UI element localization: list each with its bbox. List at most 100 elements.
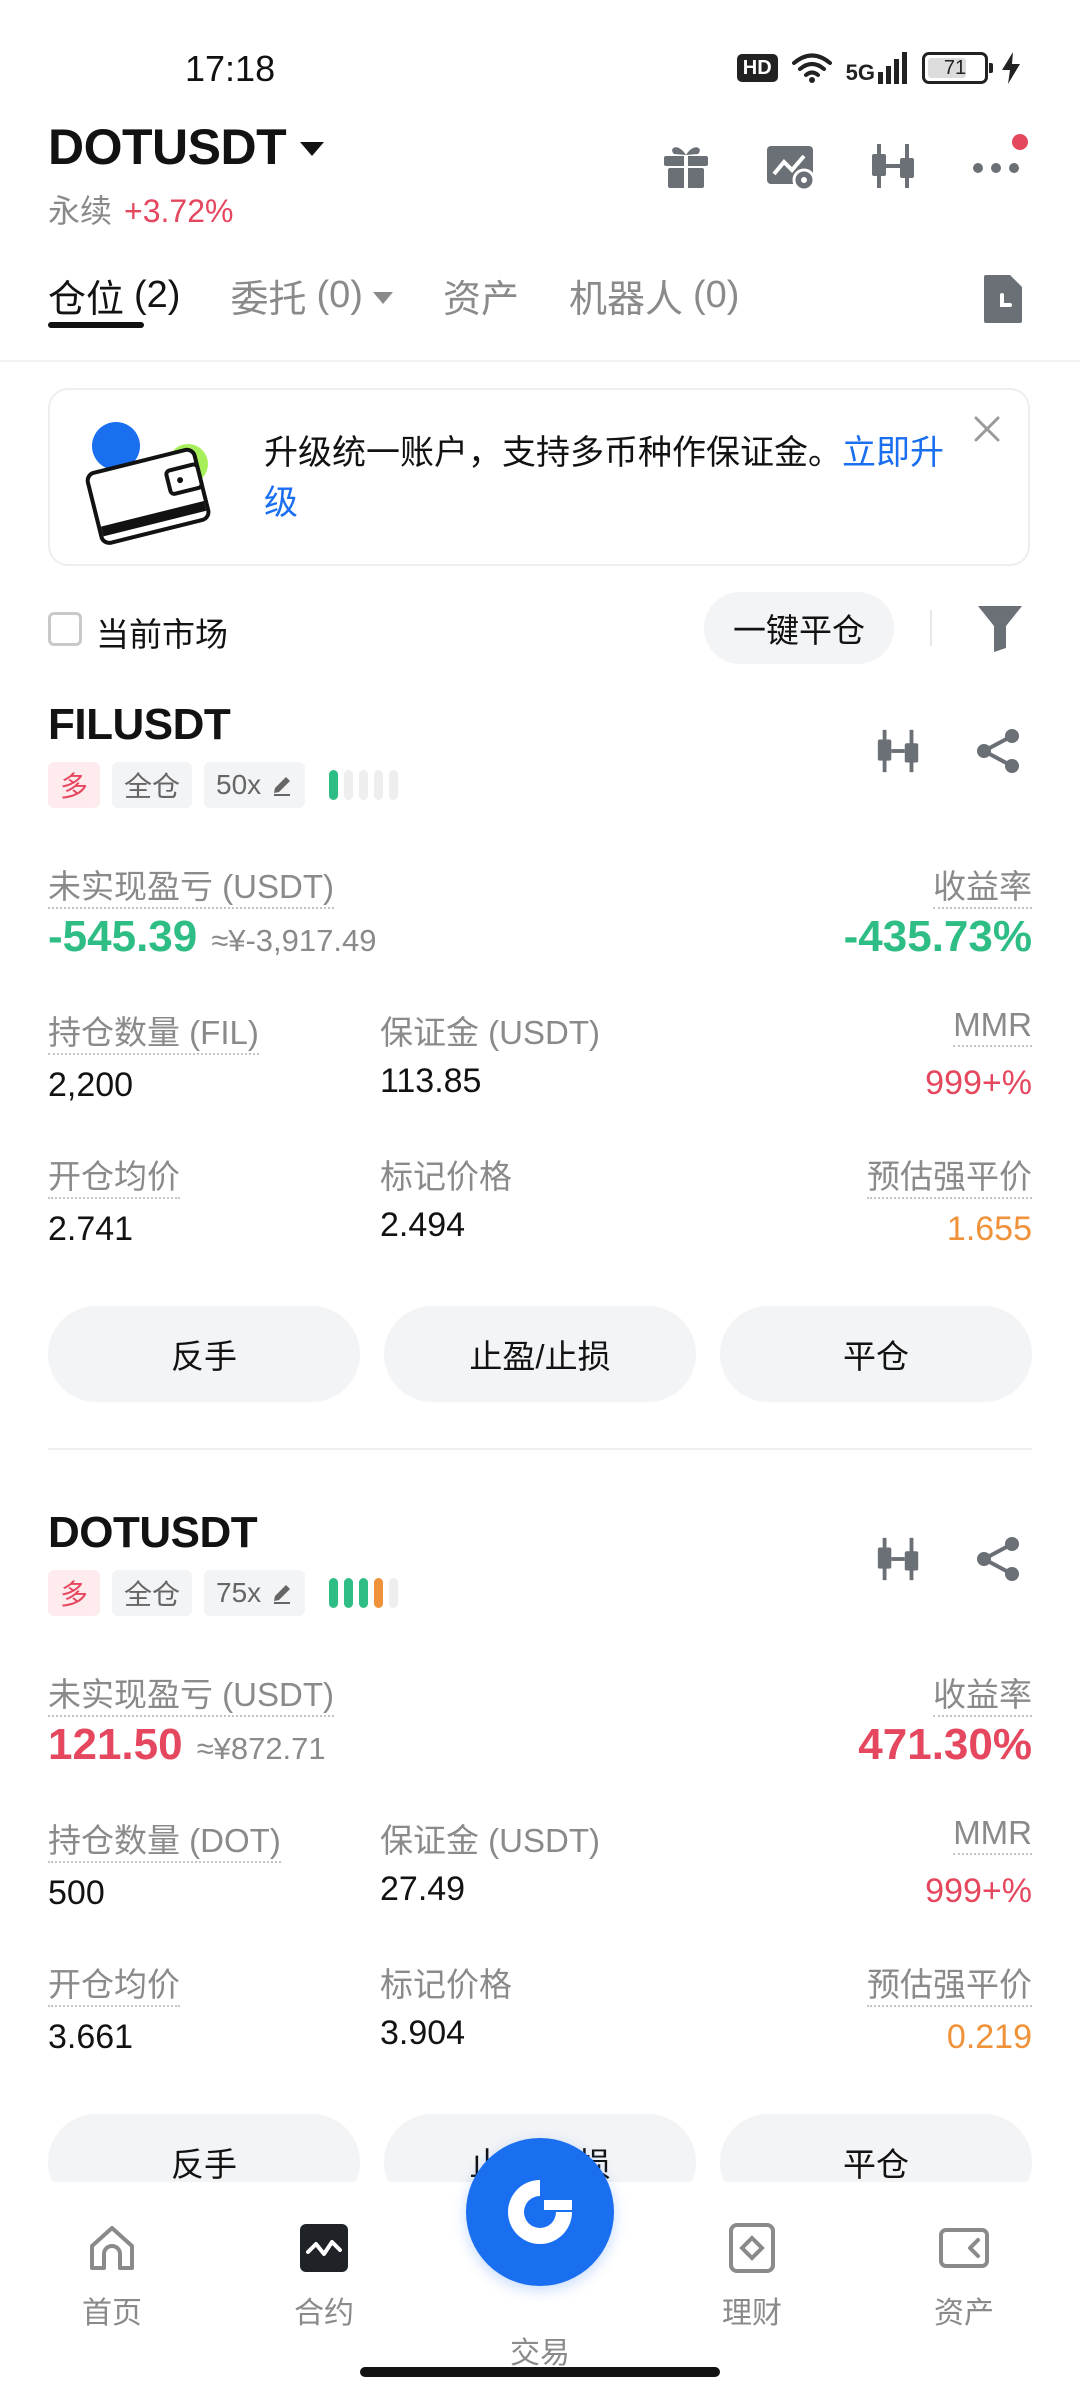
chevron-down-icon (300, 142, 325, 156)
cell-signal-icon: 5G (846, 52, 908, 84)
pnl-value: 121.50 (48, 1720, 183, 1769)
history-icon[interactable] (982, 273, 1024, 325)
tp-sl-button[interactable]: 止盈/止损 (384, 1306, 696, 1402)
position-tags: 多 全仓 50x (48, 762, 399, 808)
nav-assets[interactable]: 资产 (904, 2222, 1024, 2332)
mmr-label: MMR (953, 1814, 1032, 1855)
risk-bar (374, 1578, 384, 1608)
trade-fab-button[interactable] (466, 2138, 614, 2286)
header-actions (660, 134, 1028, 192)
more-menu-button[interactable] (972, 134, 1028, 192)
position-card: DOTUSDT 多 全仓 75x 未实现盈亏 (USDT) 121.50 ≈¥8… (0, 1508, 1080, 2228)
edit-icon (274, 1585, 291, 1604)
risk-bar (344, 770, 354, 800)
nav-earn[interactable]: 理财 (692, 2222, 812, 2332)
entry-price-label: 开仓均价 (48, 1150, 180, 1199)
risk-bar (329, 770, 339, 800)
filter-divider (930, 610, 932, 646)
tab-assets[interactable]: 资产 (443, 268, 519, 323)
nav-futures[interactable]: 合约 (264, 2222, 384, 2332)
position-card-actions (874, 1534, 1024, 1584)
mark-price-label: 标记价格 (380, 1158, 512, 1195)
reverse-button[interactable]: 反手 (48, 1306, 360, 1402)
candlestick-icon[interactable] (874, 726, 924, 776)
margin-value: 27.49 (380, 1870, 466, 1908)
nav-label: 首页 (82, 2297, 142, 2330)
qty-value: 500 (48, 1874, 105, 1912)
roe-value: 471.30% (858, 1720, 1032, 1769)
risk-meter (329, 1578, 399, 1608)
liq-price-value: 0.219 (946, 2018, 1032, 2056)
home-indicator[interactable] (360, 2367, 720, 2377)
liq-price-label: 预估强平价 (867, 1150, 1032, 1199)
position-tabs: 仓位 (2) 委托 (0) 资产 机器人 (0) (48, 268, 739, 323)
home-icon (90, 2226, 134, 2270)
gift-icon[interactable] (660, 140, 712, 192)
current-market-checkbox[interactable] (48, 612, 82, 646)
nav-home[interactable]: 首页 (52, 2222, 172, 2332)
mmr-value: 999+% (925, 1064, 1032, 1102)
nav-trade-label-wrap[interactable]: 交易 (480, 2328, 600, 2372)
battery-icon: 71 (922, 52, 993, 84)
leverage-badge[interactable]: 50x (204, 762, 306, 808)
current-market-label: 当前市场 (96, 616, 228, 653)
tab-positions[interactable]: 仓位 (2) (48, 268, 180, 323)
chart-settings-icon[interactable] (764, 140, 816, 192)
nav-label: 理财 (722, 2297, 782, 2330)
position-tags: 多 全仓 75x (48, 1570, 399, 1616)
wallet-icon (939, 2228, 989, 2268)
unrealized-pnl-label: 未实现盈亏 (USDT) (48, 1668, 334, 1717)
margin-label: 保证金 (USDT) (380, 1822, 600, 1859)
qty-value: 2,200 (48, 1066, 134, 1104)
share-icon[interactable] (974, 726, 1024, 776)
futures-icon (300, 2224, 348, 2272)
card-divider (48, 1448, 1032, 1450)
symbol-title: DOTUSDT (48, 119, 287, 175)
unrealized-pnl: 121.50 ≈¥872.71 (48, 1720, 326, 1770)
tab-count: (0) (692, 274, 740, 316)
risk-bar (344, 1578, 354, 1608)
roe-value: -435.73% (843, 912, 1032, 961)
qty-label: 持仓数量 (FIL) (48, 1006, 259, 1055)
risk-bar (389, 1578, 399, 1608)
candlestick-icon[interactable] (874, 1534, 924, 1584)
tab-count: (2) (134, 274, 181, 316)
margin-mode-badge: 全仓 (112, 762, 193, 808)
liq-price-value: 1.655 (946, 1210, 1032, 1248)
chevron-down-icon (372, 291, 393, 304)
symbol-selector[interactable]: DOTUSDT (48, 118, 325, 176)
candlestick-icon[interactable] (868, 140, 920, 192)
tab-bots[interactable]: 机器人 (0) (569, 268, 739, 323)
margin-value: 113.85 (380, 1062, 482, 1100)
roe-label: 收益率 (933, 1668, 1032, 1717)
earn-icon (729, 2223, 775, 2273)
position-card: FILUSDT 多 全仓 50x 未实现盈亏 (USDT) -545.39 ≈¥… (0, 700, 1080, 1420)
risk-meter (329, 770, 399, 800)
charging-icon (1002, 52, 1020, 84)
position-symbol[interactable]: FILUSDT (48, 700, 231, 750)
status-icons: HD 5G 71 (736, 52, 1020, 84)
edit-icon (274, 777, 291, 796)
risk-bar (374, 770, 384, 800)
trade-icon (508, 2180, 572, 2244)
share-icon[interactable] (974, 1534, 1024, 1584)
symbol-subline: 永续 +3.72% (48, 186, 233, 232)
position-symbol[interactable]: DOTUSDT (48, 1508, 258, 1558)
tab-label: 仓位 (48, 279, 125, 321)
leverage-badge[interactable]: 75x (204, 1570, 306, 1616)
network-type: 5G (845, 60, 875, 85)
tab-orders[interactable]: 委托 (0) (230, 268, 393, 323)
margin-mode-badge: 全仓 (112, 1570, 193, 1616)
filter-icon[interactable] (976, 602, 1024, 654)
nav-label: 合约 (294, 2297, 354, 2330)
nav-label: 交易 (510, 2337, 570, 2370)
leverage-value: 75x (216, 1577, 262, 1608)
pnl-cny: ≈¥-3,917.49 (211, 923, 377, 958)
close-position-button[interactable]: 平仓 (720, 1306, 1032, 1402)
upgrade-banner[interactable]: 升级统一账户，支持多币种作保证金。立即升级 (48, 388, 1030, 566)
close-icon[interactable] (972, 414, 1002, 444)
risk-bar (389, 770, 399, 800)
close-all-button[interactable]: 一键平仓 (704, 592, 894, 664)
wallet-illustration-icon (85, 422, 211, 545)
tab-label: 资产 (442, 279, 519, 321)
